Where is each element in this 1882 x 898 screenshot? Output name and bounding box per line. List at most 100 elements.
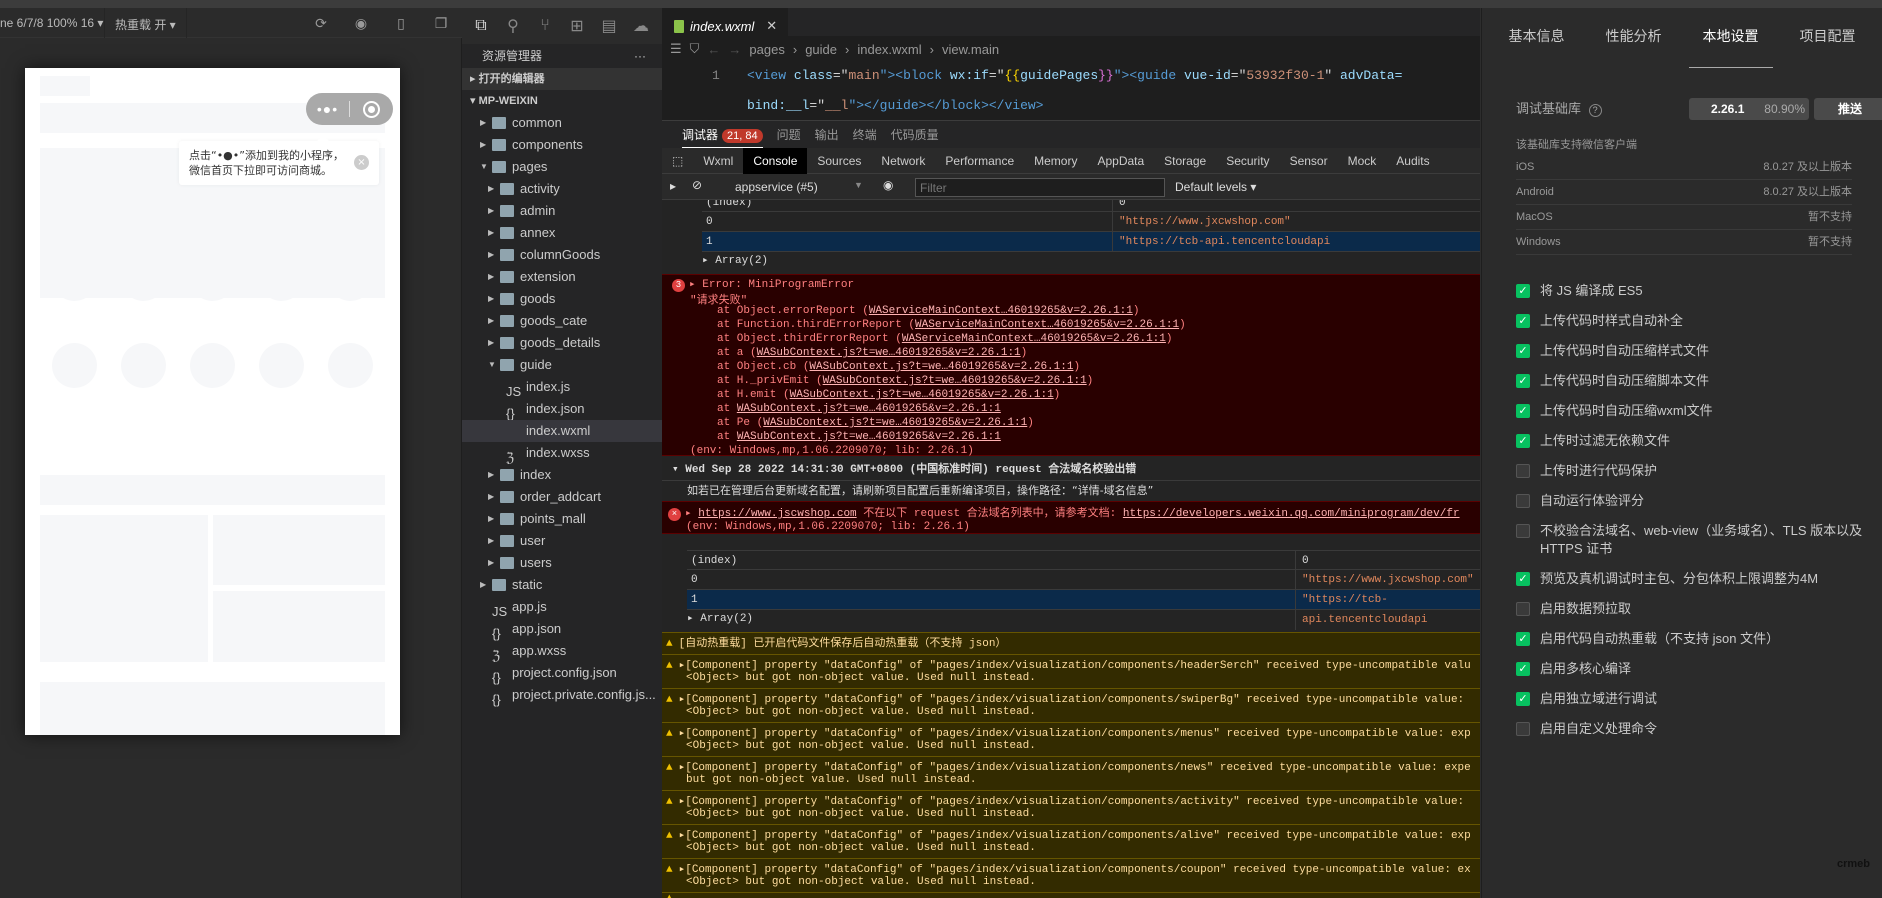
chevron-right-icon[interactable]: ▶ xyxy=(480,112,486,134)
chevron-right-icon[interactable]: ▶ xyxy=(480,134,486,156)
setting-option[interactable]: ✓ 上传代码时自动压缩脚本文件 xyxy=(1516,372,1866,390)
project-section[interactable]: ▾ MP-WEIXIN xyxy=(462,90,662,112)
explorer-more-button[interactable]: ··· xyxy=(634,44,646,68)
tree-item[interactable]: ▶ activity xyxy=(462,178,662,200)
crumb-pages[interactable]: pages xyxy=(749,42,784,57)
setting-option[interactable]: ✓ 上传时过滤无依赖文件 xyxy=(1516,432,1866,450)
log-group-header[interactable]: ▾ Wed Sep 28 2022 14:31:30 GMT+0800 (中国标… xyxy=(662,459,1480,481)
tree-item[interactable]: ▶ users xyxy=(462,552,662,574)
tree-item[interactable]: JS app.js xyxy=(462,596,662,619)
log-levels-select[interactable]: Default levels ▾ xyxy=(1175,180,1256,194)
panel-tab-memory[interactable]: Memory xyxy=(1024,148,1087,174)
chevron-right-icon[interactable]: ▶ xyxy=(488,464,494,486)
warning-message[interactable]: ▲ ▸[Component] property "dataConfig" of "… xyxy=(662,688,1480,722)
panel-tab-sensor[interactable]: Sensor xyxy=(1280,148,1338,174)
checkbox[interactable] xyxy=(1516,464,1530,478)
crumb-symbol[interactable]: view.main xyxy=(942,42,999,57)
chevron-down-icon[interactable]: ▼ xyxy=(488,354,496,376)
setting-option[interactable]: 启用数据预拉取 xyxy=(1516,600,1866,618)
push-button[interactable]: 推送 xyxy=(1814,98,1882,120)
chevron-right-icon[interactable]: ▶ xyxy=(480,574,486,596)
tree-item[interactable]: ▶ common xyxy=(462,112,662,134)
tree-item[interactable]: {} app.json xyxy=(462,618,662,641)
stack-link[interactable]: WASubContext.js?t=we…46019265&v=2.26.1:1 xyxy=(737,431,1001,443)
files-icon[interactable]: ⧉ xyxy=(472,17,490,35)
chevron-right-icon[interactable]: ▶ xyxy=(488,222,494,244)
tree-item[interactable]: index.wxml xyxy=(462,420,662,442)
setting-option[interactable]: ✓ 将 JS 编译成 ES5 xyxy=(1516,282,1866,300)
chevron-right-icon[interactable]: ▶ xyxy=(488,552,494,574)
warning-message[interactable]: ▲ ▸[Component] property "dataConfig" of "… xyxy=(662,756,1480,790)
extensions-icon[interactable]: ⊞ xyxy=(568,16,586,36)
checkbox[interactable]: ✓ xyxy=(1516,632,1530,646)
panel-tab-network[interactable]: Network xyxy=(871,148,935,174)
help-icon[interactable]: ? xyxy=(1588,104,1602,117)
phone-icon[interactable]: ▯ xyxy=(392,14,410,32)
tree-item[interactable]: ▶ goods_details xyxy=(462,332,662,354)
checkbox[interactable] xyxy=(1516,602,1530,616)
checkbox[interactable] xyxy=(1516,722,1530,736)
setting-option[interactable]: ✓ 启用代码自动热重载（不支持 json 文件） xyxy=(1516,630,1866,648)
crumb-file[interactable]: index.wxml xyxy=(857,42,921,57)
warning-message[interactable]: ▲ ▸[Component] property "dataConfig" of "… xyxy=(662,824,1480,858)
tab-problems[interactable]: 问题 xyxy=(777,126,801,143)
tree-item[interactable]: ▶ goods xyxy=(462,288,662,310)
sidebar-toggle-icon[interactable]: ▸ xyxy=(670,179,676,193)
stack-link[interactable]: WASubContext.js?t=we…46019265&v=2.26.1:1 xyxy=(763,417,1027,429)
save-icon[interactable]: ▤ xyxy=(600,16,618,36)
refresh-icon[interactable]: ⟳ xyxy=(312,14,330,32)
tip-close-icon[interactable]: × xyxy=(354,155,369,170)
tree-item[interactable]: ▶ components xyxy=(462,134,662,156)
outline-icon[interactable]: ☰ xyxy=(670,41,682,57)
setting-option[interactable]: ✓ 启用独立域进行调试 xyxy=(1516,690,1866,708)
tab-debugger[interactable]: 调试器 21, 84 xyxy=(682,126,763,149)
clear-console-icon[interactable]: ⊘ xyxy=(692,178,702,192)
stop-icon[interactable]: ◉ xyxy=(352,14,370,32)
checkbox[interactable]: ✓ xyxy=(1516,374,1530,388)
warning-message[interactable]: ▲ ▸[Component] property "dataConfig" of "… xyxy=(662,790,1480,824)
chevron-right-icon[interactable]: ▶ xyxy=(488,310,494,332)
tree-item[interactable]: ▶ extension xyxy=(462,266,662,288)
code-editor[interactable]: 1 <view class="main"><block wx:if="{{gui… xyxy=(662,62,1480,120)
chevron-right-icon[interactable]: ▶ xyxy=(488,486,494,508)
setting-option[interactable]: 启用自定义处理命令 xyxy=(1516,720,1866,738)
chevron-right-icon[interactable]: ▶ xyxy=(488,332,494,354)
tree-item[interactable]: ▶ points_mall xyxy=(462,508,662,530)
chevron-right-icon[interactable]: ▶ xyxy=(488,288,494,310)
chevron-right-icon[interactable]: ▶ xyxy=(488,508,494,530)
setting-option[interactable]: 上传时进行代码保护 xyxy=(1516,462,1866,480)
search-icon[interactable]: ⚲ xyxy=(504,16,522,36)
setting-option[interactable]: ✓ 上传代码时自动压缩wxml文件 xyxy=(1516,402,1866,420)
chevron-right-icon[interactable]: ▶ xyxy=(488,266,494,288)
stack-link[interactable]: WASubContext.js?t=we…46019265&v=2.26.1:1 xyxy=(809,361,1073,373)
setting-option[interactable]: ✓ 上传代码时自动压缩样式文件 xyxy=(1516,342,1866,360)
more-icon[interactable]: •●• xyxy=(306,101,349,117)
chevron-right-icon[interactable]: ▶ xyxy=(488,244,494,266)
setting-option[interactable]: ✓ 启用多核心编译 xyxy=(1516,660,1866,678)
tree-item[interactable]: ℨindex.wxss xyxy=(462,442,662,465)
checkbox[interactable]: ✓ xyxy=(1516,662,1530,676)
panel-tab-storage[interactable]: Storage xyxy=(1154,148,1216,174)
checkbox[interactable]: ✓ xyxy=(1516,692,1530,706)
menu-capsule[interactable]: •●• xyxy=(306,93,393,125)
back-icon[interactable]: ← xyxy=(707,42,720,57)
warning-message[interactable]: ▲ ▸[Component] property "dataConfig" of "… xyxy=(662,858,1480,892)
checkbox[interactable]: ✓ xyxy=(1516,572,1530,586)
warning-message[interactable]: ▲ ▸[Component] property "dataConfig" of "… xyxy=(662,722,1480,756)
stack-link[interactable]: WAServiceMainContext…46019265&v=2.26.1:1 xyxy=(915,319,1179,331)
tree-item[interactable]: ℨapp.wxss xyxy=(462,640,662,663)
tab-output[interactable]: 输出 xyxy=(815,126,839,143)
stack-link[interactable]: WASubContext.js?t=we…46019265&v=2.26.1:1 xyxy=(757,347,1021,359)
panel-tab-appdata[interactable]: AppData xyxy=(1087,148,1154,174)
lib-version-select[interactable]: 2.26.1 80.90% xyxy=(1689,98,1809,120)
open-editors-section[interactable]: ▸ 打开的编辑器 xyxy=(462,68,662,90)
detach-window-icon[interactable]: ❐ xyxy=(432,14,450,32)
panel-tab-mock[interactable]: Mock xyxy=(1338,148,1387,174)
tree-item[interactable]: ▼ pages xyxy=(462,156,662,178)
setting-option[interactable]: ✓ 上传代码时样式自动补全 xyxy=(1516,312,1866,330)
panel-tab-security[interactable]: Security xyxy=(1216,148,1279,174)
checkbox[interactable] xyxy=(1516,494,1530,508)
tree-item[interactable]: ▶ order_addcart xyxy=(462,486,662,508)
panel-tab-console[interactable]: Console xyxy=(743,147,808,174)
checkbox[interactable]: ✓ xyxy=(1516,344,1530,358)
